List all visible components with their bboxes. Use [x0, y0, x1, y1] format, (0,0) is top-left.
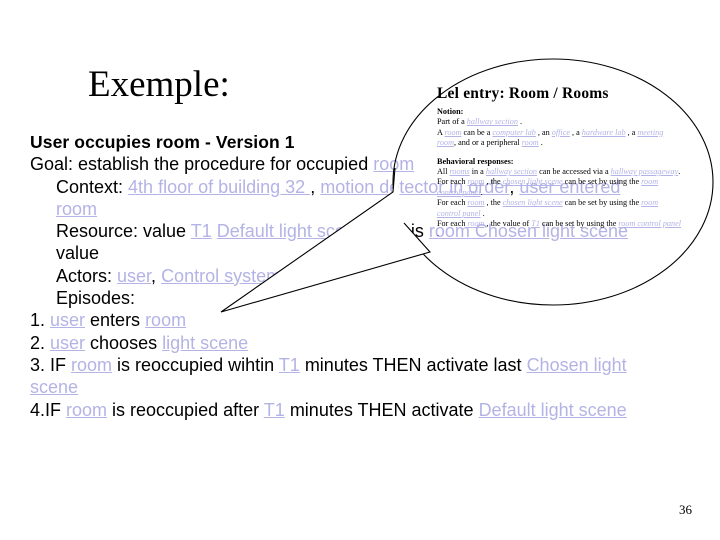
episode-4-middle-1: is reoccupied after [107, 399, 264, 420]
episode-item-4: 4.IF room is reoccupied after T1 minutes… [30, 399, 630, 421]
behavior2-mid-1: , the [484, 177, 503, 187]
notion2-suffix: . [538, 138, 543, 148]
link-control-system[interactable]: Control system [161, 266, 281, 286]
behavior1-suffix: . [678, 167, 681, 177]
link-hallway-section-b1[interactable]: hallway section [486, 167, 537, 176]
bubble-behavior-line-4: For each room , the value of T1 can be s… [437, 219, 682, 240]
link-room-ep3[interactable]: room [71, 355, 112, 375]
behavior2-mid-2: can be set by using the [562, 177, 642, 187]
page-title: Exemple: [88, 64, 230, 105]
link-room-b4[interactable]: room [467, 219, 484, 228]
notion1-prefix: Part of a [437, 117, 467, 127]
behavior3-prefix: For each [437, 198, 468, 208]
link-room-b2[interactable]: room [467, 177, 484, 186]
link-t1[interactable]: T1 [191, 221, 212, 241]
episode-3-middle-2: minutes THEN activate last [299, 354, 527, 375]
episode-2-number: 2. [30, 332, 51, 353]
behavior3-mid-2: can be set by using the [562, 198, 642, 208]
link-room-ep4[interactable]: room [66, 400, 107, 420]
notion2-mid-4: , a [625, 127, 638, 137]
goal-label: Goal: establish the procedure for occupi… [30, 154, 374, 175]
usecase-episodes-label: Episodes: [56, 288, 136, 309]
episode-3-middle-1: is reoccupied wihtin [112, 354, 279, 375]
episode-2-middle: chooses [85, 332, 163, 353]
resource-label: Resource: value [56, 221, 191, 242]
link-computer-lab[interactable]: computer lab [492, 128, 535, 137]
bubble-notion-label: Notion: [437, 107, 464, 116]
link-user-ep2[interactable]: user [50, 333, 85, 353]
notion2-mid-1: can be a [461, 127, 493, 137]
notion2-mid-5: , and or a peripheral [453, 138, 522, 148]
link-room[interactable]: room [373, 154, 414, 174]
episode-4-middle-2: minutes THEN activate [284, 399, 479, 420]
presentation-slide: Exemple: User occupies room - Version 1 … [0, 0, 720, 540]
link-light-scene-ep2[interactable]: light scene [162, 333, 248, 353]
notion2-mid-2: , an [535, 127, 552, 137]
context-label: Context: [56, 176, 129, 197]
behavior1-mid-2: can be accessed via a [537, 167, 611, 177]
slide-number: 36 [679, 502, 692, 517]
behavior4-mid-1: , the value of [484, 219, 532, 229]
behavior3-suffix: . [480, 208, 485, 218]
episode-item-1: 1. user enters room [30, 309, 630, 331]
link-default-light-scene[interactable]: Default light scene [217, 221, 370, 241]
bubble-behavior-line-3: For each room , the chosen light scene c… [437, 198, 682, 219]
bubble-title: Lel entry: Room / Rooms [437, 85, 609, 102]
link-user-actor[interactable]: user [117, 266, 151, 286]
behavior2-suffix: . [480, 187, 483, 197]
behavior4-prefix: For each [437, 219, 468, 229]
bubble-spacer [437, 149, 682, 157]
link-default-light-scene-ep4[interactable]: Default light scene [479, 400, 627, 420]
behavior1-mid-1: in a [469, 167, 486, 177]
link-rooms-b1[interactable]: rooms [450, 167, 470, 176]
link-office[interactable]: office [552, 128, 570, 137]
episode-4-number: 4.IF [30, 399, 67, 420]
link-t1-ep3[interactable]: T1 [279, 355, 300, 375]
callout-bubble-content: Lel entry: Room / Rooms Notion: Part of … [437, 85, 682, 240]
episode-1-number: 1. [30, 310, 51, 331]
episode-1-middle: enters [85, 310, 146, 331]
bubble-notion-line-2: A room can be a computer lab , an office… [437, 128, 682, 149]
link-chosen-light-scene-b2[interactable]: chosen light scene [503, 177, 563, 186]
usecase-actors-line: Actors: user, Control system [30, 265, 630, 287]
context-separator-1: , [310, 176, 321, 197]
behavior1-prefix: All [437, 167, 450, 177]
link-hardware-lab[interactable]: hardware lab [582, 128, 626, 137]
notion1-suffix: . [517, 117, 523, 127]
actors-label: Actors: [56, 265, 118, 286]
link-chosen-light-scene-b3[interactable]: chosen light scene [503, 198, 563, 207]
link-t1-ep4[interactable]: T1 [264, 400, 285, 420]
notion2-mid-3: , a [569, 127, 582, 137]
link-room-notion[interactable]: room [445, 128, 462, 137]
bubble-notion-line-1: Part of a hallway section . [437, 117, 682, 127]
resource-middle: for this [369, 221, 429, 242]
episode-item-2: 2. user chooses light scene [30, 332, 630, 354]
resource-tail: value [56, 243, 100, 264]
behavior2-prefix: For each [437, 177, 468, 187]
link-room-ep1[interactable]: room [145, 310, 186, 330]
link-user-ep1[interactable]: user [50, 310, 85, 330]
actors-separator: , [151, 265, 162, 286]
link-room-b3[interactable]: room [467, 198, 484, 207]
link-t1-b4[interactable]: T1 [531, 219, 540, 228]
episode-3-number: 3. IF [30, 354, 72, 375]
behavior4-mid-2: can be set by using the [539, 219, 619, 229]
bubble-behavior-line-1: All rooms in a hallway section can be ac… [437, 167, 682, 177]
behavior3-mid-1: , the [484, 198, 503, 208]
bubble-behavior-line-2: For each room , the chosen light scene c… [437, 177, 682, 198]
episode-item-3: 3. IF room is reoccupied wihtin T1 minut… [30, 354, 630, 399]
notion2-prefix: A [437, 127, 445, 137]
link-hallway-section[interactable]: hallway section [467, 117, 518, 126]
bubble-behavior-label: Behavioral responses: [437, 156, 514, 166]
link-peripheral-room[interactable]: room [522, 138, 539, 147]
behavior4-suffix: . [437, 229, 440, 239]
link-4th-floor-building-32[interactable]: 4th floor of building 32 [128, 177, 310, 197]
link-hallway-passageway[interactable]: hallway passageway [611, 167, 679, 176]
link-room-control-panel-b4[interactable]: room control panel [618, 219, 681, 228]
